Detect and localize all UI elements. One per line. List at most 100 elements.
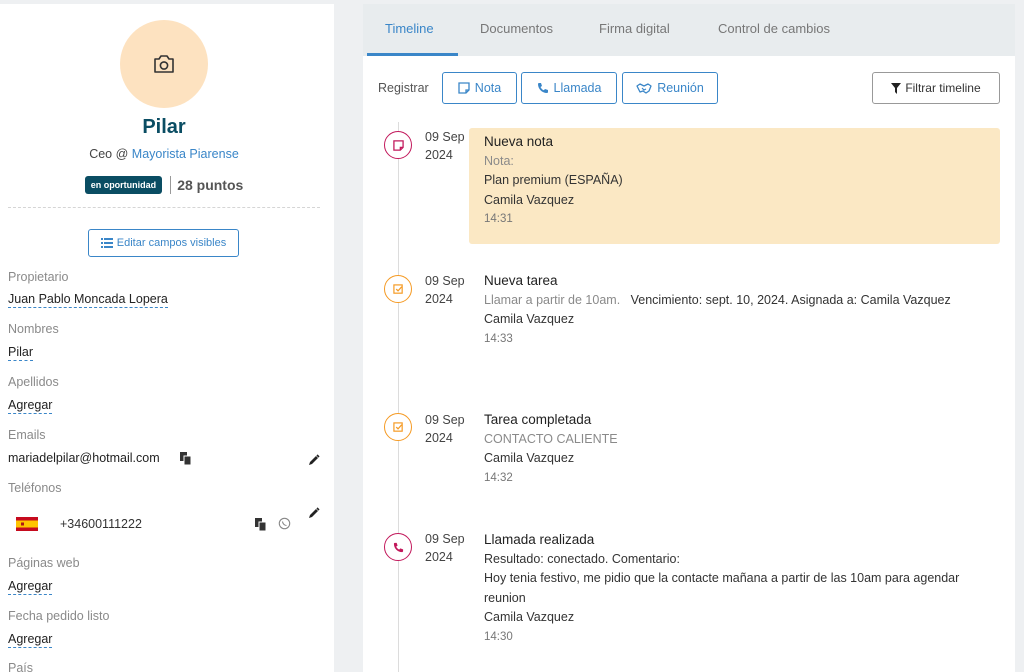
event-author: Camila Vazquez: [484, 610, 575, 624]
divider: [170, 176, 172, 195]
edit-visible-fields-label: Editar campos visibles: [116, 237, 227, 249]
tab-control-de-cambios[interactable]: Control de cambios: [718, 21, 830, 36]
websites-label: Páginas web: [8, 556, 80, 570]
phone-icon: [537, 83, 548, 93]
emails-label: Emails: [8, 428, 46, 442]
timeline-event-icon: [384, 413, 412, 441]
checkbox-icon: [392, 283, 403, 294]
event-date-day: 09 Sep: [425, 532, 465, 546]
handshake-icon: [636, 82, 652, 94]
status-row: en oportunidad 28 puntos: [0, 176, 328, 195]
event-author: Camila Vazquez: [484, 192, 575, 207]
copy-icon[interactable]: [180, 452, 192, 465]
event-note-label: Nota:: [484, 153, 514, 168]
event-date: 09 Sep 2024: [425, 530, 471, 566]
whatsapp-icon[interactable]: [278, 517, 291, 530]
event-detail: CONTACTO CALIENTE: [484, 431, 618, 446]
timeline-event-icon: [384, 131, 412, 159]
phone-value[interactable]: +34600111222: [60, 517, 142, 531]
points-count: 28 puntos: [177, 177, 244, 194]
register-label: Registrar: [378, 81, 429, 95]
order-date-value[interactable]: Agregar: [8, 631, 53, 648]
event-date: 09 Sep 2024: [425, 272, 471, 308]
avatar[interactable]: [120, 20, 208, 108]
section-divider: [8, 207, 320, 208]
event-author: Camila Vazquez: [484, 451, 575, 465]
tab-documentos[interactable]: Documentos: [480, 21, 553, 36]
event-title: Nueva nota: [484, 134, 554, 149]
event-detail: Llamar a partir de 10am. Vencimiento: se…: [484, 291, 964, 311]
active-tab-indicator: [367, 53, 458, 56]
event-time: 14:32: [484, 471, 513, 484]
timeline-event-icon: [384, 533, 412, 561]
event-date-day: 09 Sep: [425, 274, 465, 288]
names-value[interactable]: Pilar: [8, 344, 34, 361]
timeline-event: Nueva tarea Llamar a partir de 10am. Ven…: [484, 271, 964, 349]
event-author: Camila Vazquez: [484, 312, 575, 326]
event-date-year: 2024: [425, 550, 453, 564]
filter-icon: [891, 82, 902, 94]
contact-profile-panel: Pilar Ceo @ Mayorista Piarense en oportu…: [0, 4, 334, 672]
copy-icon[interactable]: [255, 518, 267, 531]
event-date-year: 2024: [425, 431, 453, 445]
role-text: Ceo @: [89, 147, 129, 161]
meeting-button[interactable]: Reunión: [622, 72, 718, 104]
event-time: 14:33: [484, 332, 513, 345]
event-date-day: 09 Sep: [425, 413, 465, 427]
note-button[interactable]: Nota: [442, 72, 517, 104]
event-date: 09 Sep 2024: [425, 411, 471, 447]
event-task-meta: Vencimiento: sept. 10, 2024. Asignada a:…: [630, 292, 951, 307]
event-time: 14:31: [484, 213, 513, 225]
tab-firma-digital[interactable]: Firma digital: [599, 21, 670, 36]
pencil-icon[interactable]: [308, 507, 320, 519]
status-badge: en oportunidad: [84, 176, 163, 195]
contact-name: Pilar: [142, 116, 186, 138]
spain-flag-icon: [16, 517, 38, 531]
surnames-label: Apellidos: [8, 375, 59, 389]
timeline-axis: [398, 122, 399, 672]
email-value[interactable]: mariadelpilar@hotmail.com: [8, 450, 160, 466]
pencil-icon[interactable]: [308, 454, 320, 466]
event-title: Llamada realizada: [484, 532, 595, 547]
timeline-event: Nueva nota Nota: Plan premium (ESPAÑA) C…: [484, 132, 984, 230]
country-label: País: [8, 661, 34, 672]
event-time: 14:30: [484, 630, 513, 643]
names-label: Nombres: [8, 322, 59, 336]
note-icon: [458, 82, 470, 94]
phones-label: Teléfonos: [8, 481, 62, 495]
tab-bar: Timeline Documentos Firma digital Contro…: [363, 4, 1015, 56]
call-button-label: Llamada: [553, 81, 602, 95]
note-button-label: Nota: [474, 81, 502, 95]
phone-icon: [393, 542, 403, 552]
event-date-year: 2024: [425, 148, 453, 162]
websites-value[interactable]: Agregar: [8, 578, 53, 595]
timeline-panel: Timeline Documentos Firma digital Contro…: [363, 4, 1015, 672]
list-icon: [100, 238, 113, 248]
checkbox-icon: [392, 421, 403, 432]
event-task-description: Llamar a partir de 10am.: [484, 292, 621, 307]
call-button[interactable]: Llamada: [521, 72, 617, 104]
tab-timeline[interactable]: Timeline: [385, 21, 434, 36]
event-date-year: 2024: [425, 292, 453, 306]
event-title: Nueva tarea: [484, 273, 558, 288]
filter-timeline-label: Filtrar timeline: [905, 81, 981, 95]
contact-role: Ceo @ Mayorista Piarense: [0, 147, 328, 161]
edit-visible-fields-button[interactable]: Editar campos visibles: [88, 229, 239, 257]
note-icon: [392, 139, 404, 151]
surnames-value[interactable]: Agregar: [8, 397, 53, 414]
event-title: Tarea completada: [484, 412, 592, 427]
event-date-day: 09 Sep: [425, 130, 465, 144]
event-note-text: Plan premium (ESPAÑA): [484, 173, 623, 187]
event-comment: Hoy tenia festivo, me pidio que la conta…: [484, 571, 960, 605]
timeline-event-icon: [384, 275, 412, 303]
timeline-event: Llamada realizada Resultado: conectado. …: [484, 530, 964, 647]
camera-icon: [154, 55, 174, 73]
company-link[interactable]: Mayorista Piarense: [132, 147, 239, 161]
event-detail: Resultado: conectado. Comentario:: [484, 551, 680, 566]
owner-label: Propietario: [8, 270, 69, 284]
filter-timeline-button[interactable]: Filtrar timeline: [872, 72, 1000, 104]
timeline-event: Tarea completada CONTACTO CALIENTE Camil…: [484, 410, 984, 488]
meeting-button-label: Reunión: [657, 81, 704, 95]
owner-value[interactable]: Juan Pablo Moncada Lopera: [8, 291, 168, 308]
order-date-label: Fecha pedido listo: [8, 609, 110, 623]
